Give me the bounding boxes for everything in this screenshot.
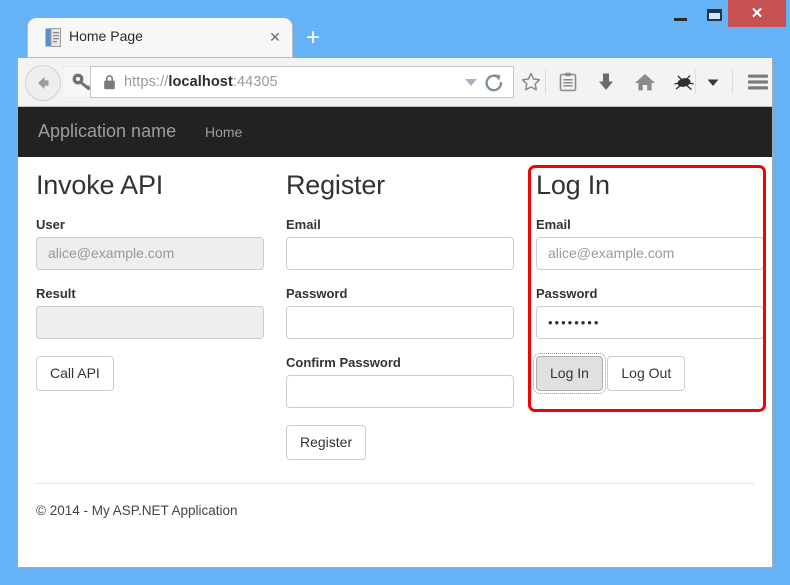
register-email-label: Email bbox=[286, 216, 321, 232]
result-input[interactable] bbox=[36, 305, 264, 339]
toolbar-separator bbox=[732, 70, 733, 94]
register-confirm-password-label: Confirm Password bbox=[286, 354, 401, 370]
register-password-input[interactable] bbox=[286, 305, 514, 339]
logout-button[interactable]: Log Out bbox=[607, 355, 686, 391]
hamburger-menu-icon bbox=[748, 74, 768, 90]
browser-content-area: https://localhost:44305 Application name… bbox=[17, 58, 773, 568]
invoke-api-title: Invoke API bbox=[36, 170, 164, 200]
reload-icon[interactable] bbox=[483, 73, 505, 93]
register-email-input[interactable] bbox=[286, 236, 514, 270]
invoke-api-panel: Invoke API User Result Call API bbox=[36, 157, 266, 391]
register-password-label: Password bbox=[286, 285, 348, 301]
footer-copyright: © 2014 - My ASP.NET Application bbox=[36, 503, 238, 518]
browser-tab-home-page[interactable]: Home Page ✕ bbox=[27, 18, 293, 58]
downloads-button[interactable] bbox=[591, 67, 621, 97]
url-scheme: https:// bbox=[124, 74, 169, 90]
page-favicon-icon bbox=[45, 28, 61, 47]
home-icon bbox=[635, 74, 655, 91]
tab-title-label: Home Page bbox=[69, 28, 143, 44]
user-input[interactable] bbox=[36, 236, 264, 270]
nav-link-home[interactable]: Home bbox=[205, 124, 242, 140]
overflow-caret-button[interactable] bbox=[703, 67, 723, 97]
login-email-label: Email bbox=[536, 216, 571, 232]
new-tab-button[interactable]: + bbox=[300, 26, 326, 52]
addon-button[interactable] bbox=[669, 67, 699, 97]
home-button[interactable] bbox=[630, 67, 660, 97]
login-password-input[interactable] bbox=[536, 305, 764, 339]
download-icon bbox=[599, 73, 613, 90]
back-arrow-icon bbox=[38, 77, 49, 89]
url-port: :44305 bbox=[232, 74, 278, 90]
page-content: Invoke API User Result Call API Register… bbox=[18, 157, 772, 566]
url-bar[interactable]: https://localhost:44305 bbox=[90, 66, 514, 98]
browser-window: ✕ Home Page ✕ + https://localhost:44305 … bbox=[0, 0, 790, 585]
reader-icon bbox=[559, 72, 577, 92]
url-dropdown-icon[interactable] bbox=[465, 79, 477, 86]
menu-button[interactable] bbox=[743, 67, 772, 97]
lock-icon bbox=[104, 75, 115, 90]
footer-divider bbox=[36, 483, 754, 484]
login-email-input[interactable] bbox=[536, 236, 764, 270]
register-confirm-password-input[interactable] bbox=[286, 374, 514, 408]
addon-icon bbox=[674, 75, 694, 91]
tab-close-icon[interactable]: ✕ bbox=[267, 29, 283, 45]
login-title: Log In bbox=[536, 170, 610, 200]
call-api-button[interactable]: Call API bbox=[36, 355, 114, 391]
url-host: localhost bbox=[168, 74, 233, 90]
chevron-down-icon bbox=[707, 79, 719, 86]
site-navbar: Application name Home bbox=[18, 107, 772, 157]
tab-strip: Home Page ✕ + bbox=[0, 18, 790, 58]
result-label: Result bbox=[36, 285, 76, 301]
login-password-label: Password bbox=[536, 285, 598, 301]
star-icon bbox=[521, 72, 541, 91]
navigation-toolbar: https://localhost:44305 bbox=[18, 58, 772, 107]
login-panel: Log In Email Password Log In Log Out bbox=[533, 157, 766, 394]
user-label: User bbox=[36, 216, 65, 232]
login-button[interactable]: Log In bbox=[533, 352, 606, 394]
register-title: Register bbox=[286, 170, 385, 200]
back-button[interactable] bbox=[25, 65, 61, 101]
navbar-brand[interactable]: Application name bbox=[38, 121, 176, 142]
register-panel: Register Email Password Confirm Password… bbox=[286, 157, 516, 460]
bookmark-star-button[interactable] bbox=[516, 67, 546, 97]
web-page: Application name Home Invoke API User Re… bbox=[18, 107, 772, 566]
url-text: https://localhost:44305 bbox=[124, 74, 278, 90]
register-button[interactable]: Register bbox=[286, 424, 367, 460]
reader-list-button[interactable] bbox=[553, 67, 583, 97]
